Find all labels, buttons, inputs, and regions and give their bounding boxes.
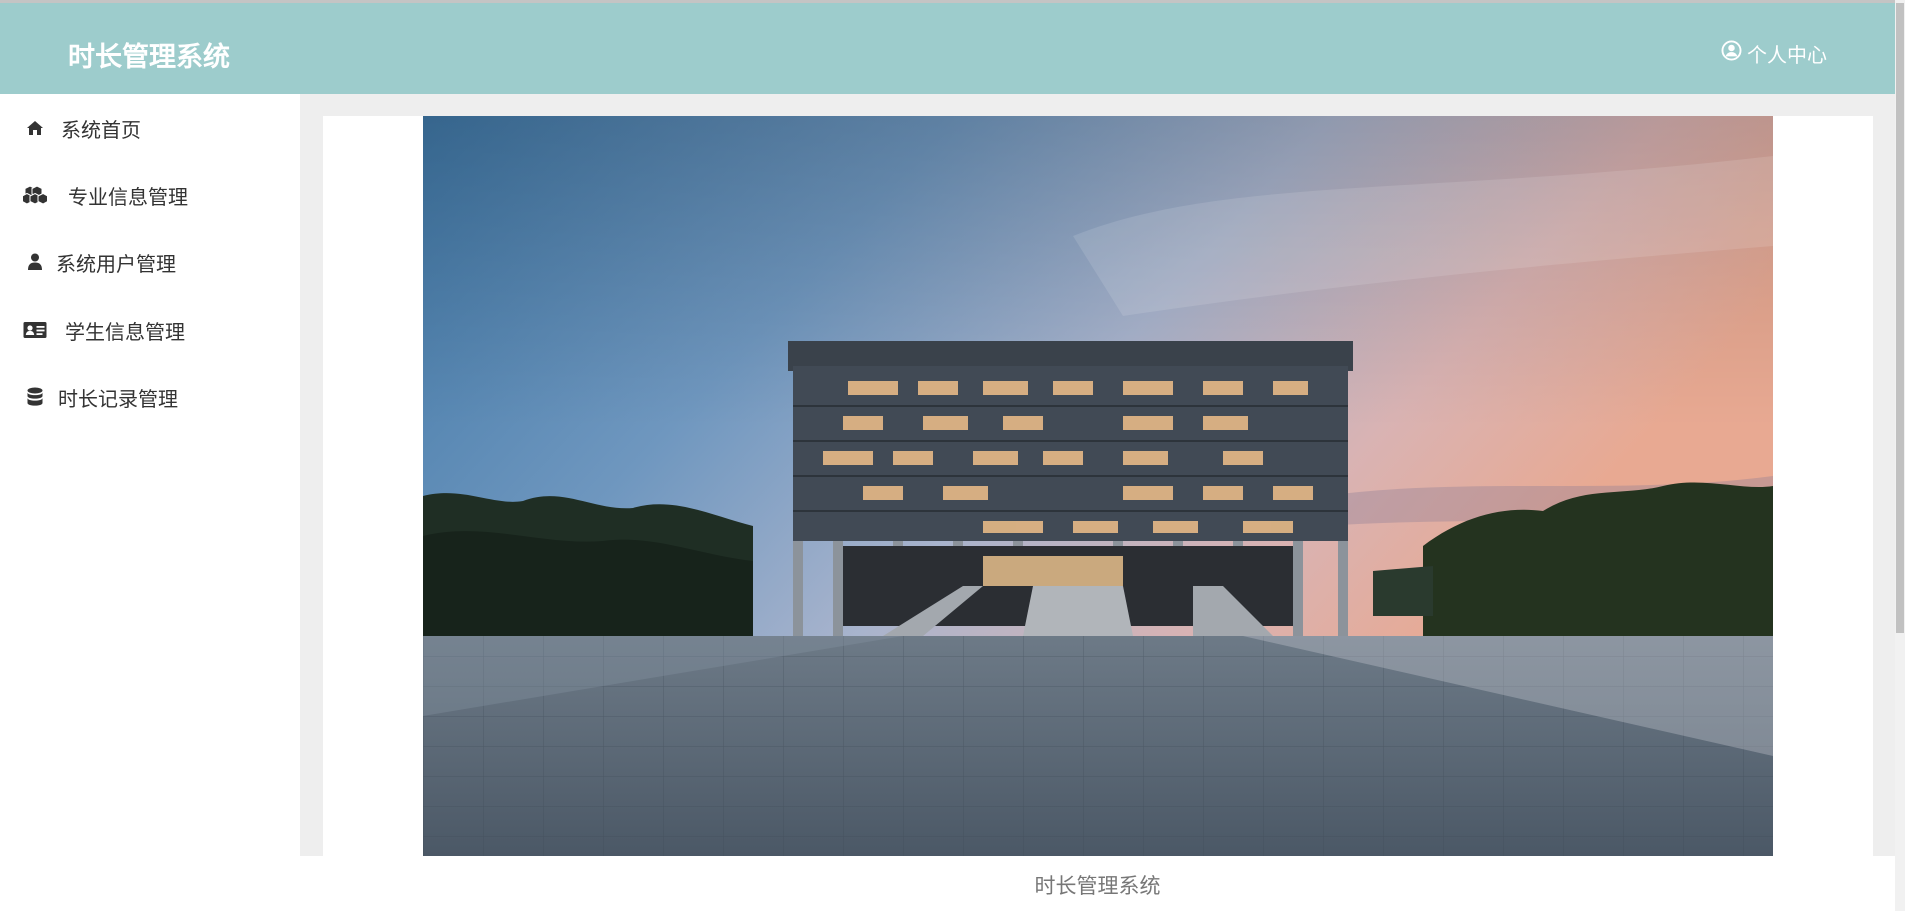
app-title: 时长管理系统 [68, 42, 230, 73]
sidebar-item-label: 系统用户管理 [56, 251, 176, 276]
sidebar-item-home[interactable]: 系统首页 [0, 104, 300, 152]
sidebar-item-label: 时长记录管理 [58, 386, 178, 411]
user-icon [22, 249, 48, 275]
cubes-icon [22, 182, 48, 208]
sidebar-item-label: 学生信息管理 [65, 319, 185, 344]
sidebar-item-label: 专业信息管理 [68, 184, 188, 209]
campus-building-photo [423, 116, 1773, 856]
sidebar-item-students[interactable]: 学生信息管理 [0, 306, 300, 354]
scrollbar-thumb[interactable] [1896, 3, 1904, 633]
footer-text: 时长管理系统 [300, 856, 1895, 911]
sidebar-item-majors[interactable]: 专业信息管理 [0, 171, 300, 219]
sidebar-item-users[interactable]: 系统用户管理 [0, 238, 300, 286]
sidebar-item-label: 系统首页 [61, 117, 141, 142]
database-icon [22, 384, 48, 410]
scrollbar[interactable] [1895, 0, 1905, 911]
sidebar-item-records[interactable]: 时长记录管理 [0, 373, 300, 421]
user-center-link[interactable]: 个人中心 [1721, 39, 1876, 97]
user-center-label: 个人中心 [1747, 43, 1827, 67]
sidebar-menu: 系统首页 专业信息管理 系统用户管理 学生信息管理 时长记录管理 [0, 94, 300, 911]
user-circle-icon [1721, 39, 1742, 66]
home-icon [22, 115, 48, 141]
top-header: 时长管理系统 个人中心 [0, 0, 1895, 97]
id-card-icon [22, 317, 48, 343]
